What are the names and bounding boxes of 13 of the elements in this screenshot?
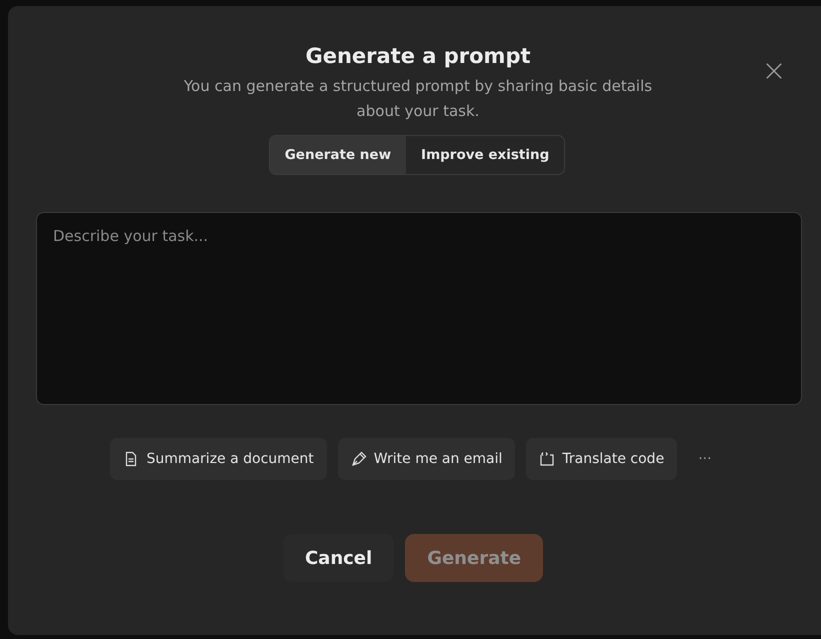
mode-tab[interactable]: Generate new: [270, 136, 406, 174]
dialog-subtitle: You can generate a structured prompt by sharing basic details about your task.: [182, 76, 654, 122]
dialog-title: Generate a prompt: [305, 44, 531, 68]
cancel-button[interactable]: Cancel: [282, 534, 394, 582]
close-icon[interactable]: [765, 62, 783, 80]
pen-icon: [350, 451, 367, 467]
code-icon: [539, 451, 556, 467]
suggestion-chip[interactable]: Translate code: [526, 438, 678, 480]
mode-tab[interactable]: Improve existing: [406, 136, 564, 174]
task-field[interactable]: Describe your task...: [36, 212, 802, 405]
suggestion-chip[interactable]: Write me an email: [338, 438, 516, 480]
more-button[interactable]: ···: [688, 447, 722, 471]
suggestion-chip[interactable]: Summarize a document: [110, 438, 327, 480]
